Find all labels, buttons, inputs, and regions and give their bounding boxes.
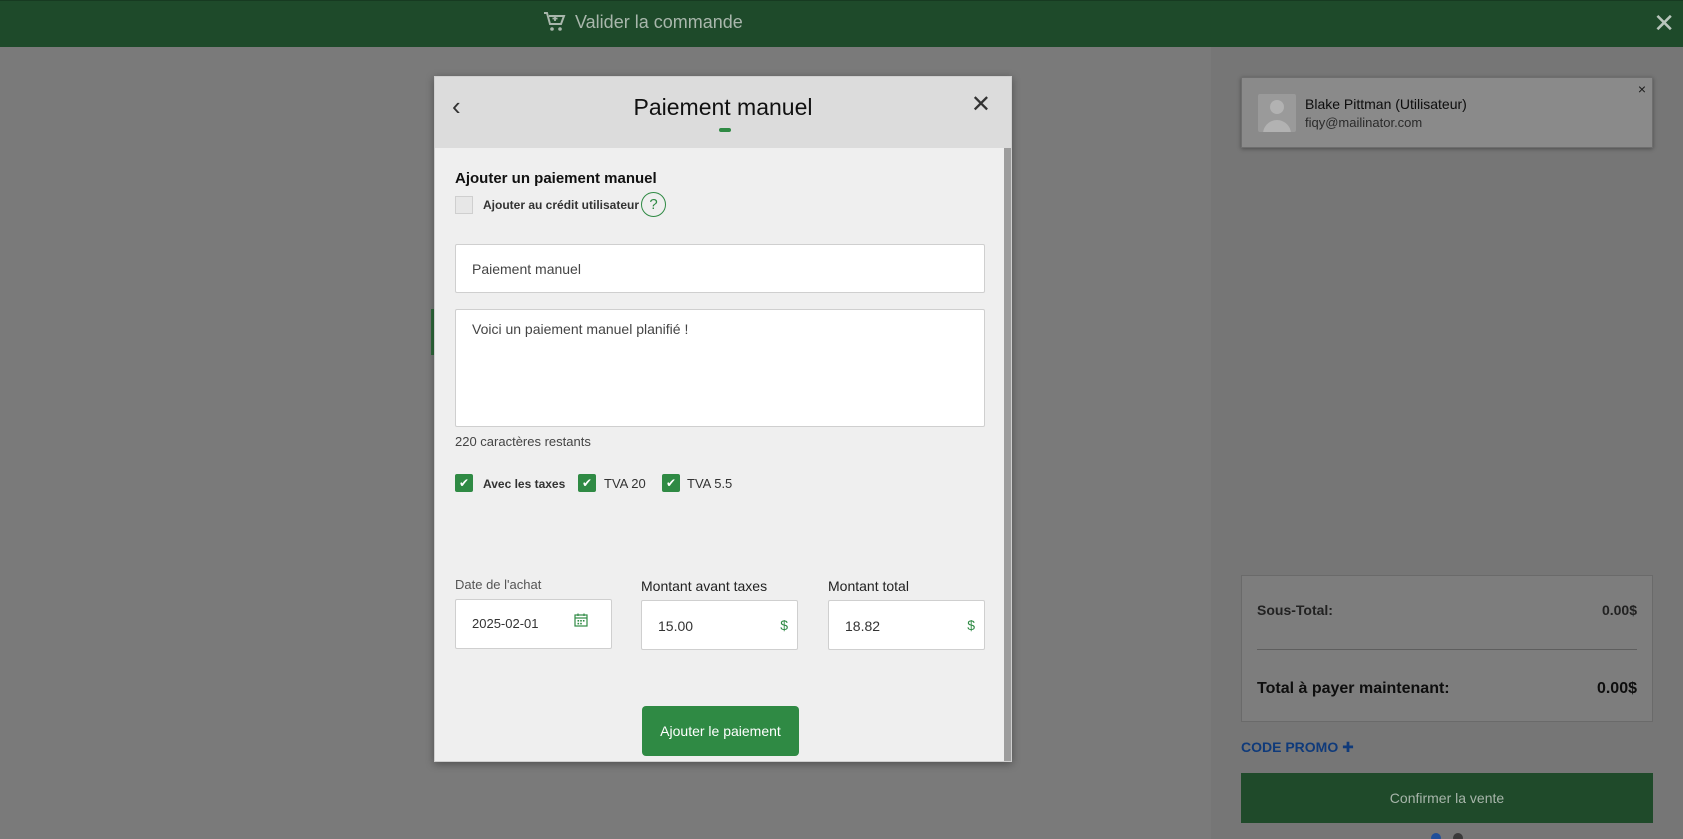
- modal-title: Paiement manuel: [633, 94, 813, 120]
- customer-name: Blake Pittman (Utilisateur): [1305, 96, 1467, 112]
- scrollbar[interactable]: [1004, 148, 1011, 761]
- pagination-dots: [1431, 833, 1463, 839]
- top-bar-title-text: Valider la commande: [575, 11, 743, 32]
- divider: [1257, 649, 1637, 650]
- pretax-amount-value: 15.00: [658, 618, 694, 634]
- payment-name-input[interactable]: [455, 244, 985, 293]
- plus-icon: ✚: [1342, 739, 1354, 755]
- pretax-amount-field[interactable]: 15.00 $: [641, 600, 798, 650]
- total-amount-field[interactable]: 18.82 $: [828, 600, 985, 650]
- confirm-sale-button[interactable]: Confirmer la vente: [1241, 773, 1653, 823]
- tva-5-5-checkbox[interactable]: ✔: [662, 474, 680, 492]
- subtotal-row: Sous-Total: 0.00$: [1257, 602, 1637, 618]
- tva-20-checkbox[interactable]: ✔: [578, 474, 596, 492]
- section-title: Ajouter un paiement manuel: [455, 170, 657, 187]
- currency-symbol: $: [967, 617, 975, 633]
- purchase-date-field[interactable]: 2025-02-01: [455, 599, 612, 649]
- total-value: 0.00$: [1596, 680, 1637, 697]
- tax-options: ✔ Avec les taxes ✔ TVA 20 ✔ TVA 5.5: [455, 474, 985, 494]
- add-payment-button[interactable]: Ajouter le paiement: [642, 706, 799, 756]
- subtotal-label: Sous-Total:: [1257, 602, 1333, 618]
- total-amount-label: Montant total: [828, 578, 909, 594]
- customer-card: Blake Pittman (Utilisateur) fiqy@mailina…: [1241, 77, 1653, 148]
- close-icon[interactable]: ✕: [1653, 10, 1675, 36]
- chars-remaining: 220 caractères restants: [455, 434, 591, 449]
- subtotal-value: 0.00$: [1601, 602, 1637, 618]
- purchase-date-label: Date de l'achat: [455, 577, 542, 592]
- with-taxes-label: Avec les taxes: [483, 477, 566, 491]
- add-to-credit-checkbox[interactable]: [455, 196, 473, 214]
- purchase-date-value: 2025-02-01: [472, 616, 539, 631]
- tva-5-5-label: TVA 5.5: [687, 476, 733, 491]
- title-underline: [719, 128, 731, 132]
- top-bar: Valider la commande ✕: [0, 0, 1683, 47]
- manual-payment-modal: ‹ Paiement manuel ✕ Ajouter un paiement …: [434, 76, 1012, 762]
- dot-active[interactable]: [1431, 833, 1441, 839]
- promo-code-label: CODE PROMO: [1241, 739, 1339, 755]
- promo-code-link[interactable]: CODE PROMO ✚: [1241, 739, 1354, 756]
- customer-email: fiqy@mailinator.com: [1305, 115, 1423, 130]
- calendar-icon[interactable]: [574, 613, 588, 627]
- payment-note-textarea[interactable]: Voici un paiement manuel planifié !: [455, 309, 985, 427]
- help-icon[interactable]: ?: [641, 192, 666, 217]
- top-bar-title: Valider la commande: [543, 11, 743, 33]
- avatar: [1258, 94, 1296, 132]
- dot-inactive[interactable]: [1453, 833, 1463, 839]
- with-taxes-checkbox[interactable]: ✔: [455, 474, 473, 492]
- tva-20-label: TVA 20: [604, 476, 646, 491]
- total-label: Total à payer maintenant:: [1257, 680, 1450, 697]
- cart-icon: [544, 12, 566, 31]
- pretax-amount-label: Montant avant taxes: [641, 578, 768, 594]
- modal-header: ‹ Paiement manuel ✕: [435, 77, 1011, 148]
- close-icon[interactable]: ✕: [971, 93, 991, 117]
- total-amount-value: 18.82: [845, 618, 881, 634]
- total-row: Total à payer maintenant: 0.00$: [1257, 680, 1637, 698]
- order-sidebar: Blake Pittman (Utilisateur) fiqy@mailina…: [1211, 47, 1683, 839]
- currency-symbol: $: [780, 617, 788, 633]
- totals-box: Sous-Total: 0.00$ Total à payer maintena…: [1241, 575, 1653, 722]
- add-to-credit-label: Ajouter au crédit utilisateur: [483, 198, 640, 212]
- remove-customer-icon[interactable]: ×: [1638, 81, 1646, 97]
